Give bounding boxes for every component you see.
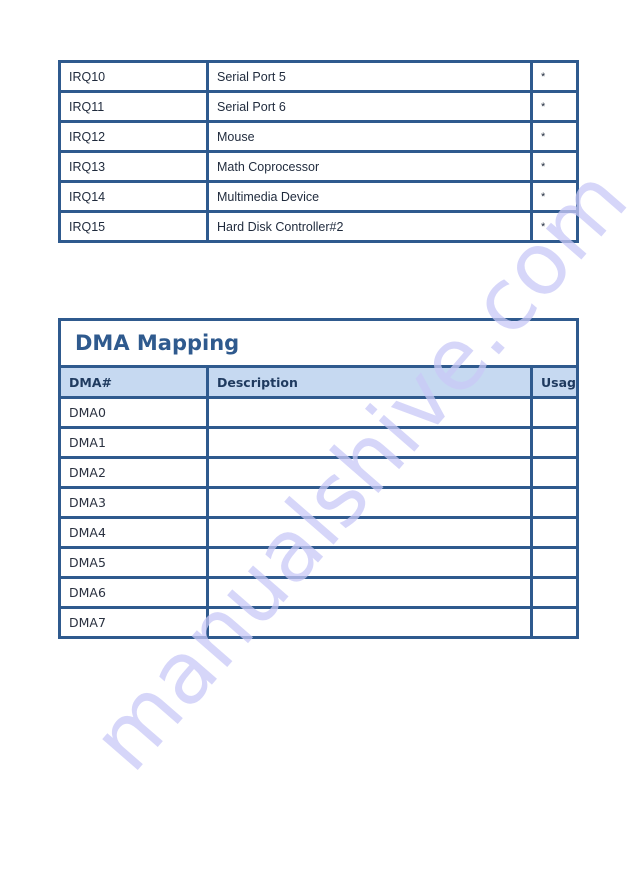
description-cell: Serial Port 6 [206, 90, 533, 123]
dma-cell: DMA4 [58, 516, 209, 549]
dma-cell: DMA5 [58, 546, 209, 579]
table-row: IRQ13 Math Coprocessor * [58, 150, 579, 183]
table-row: DMA3 [58, 486, 579, 519]
irq-cell: IRQ14 [58, 180, 209, 213]
usage-cell [530, 606, 579, 639]
table-row: IRQ15 Hard Disk Controller#2 * [58, 210, 579, 243]
dma-cell: DMA0 [58, 396, 209, 429]
table-row: IRQ12 Mouse * [58, 120, 579, 153]
dma-cell: DMA1 [58, 426, 209, 459]
table-row: DMA4 [58, 516, 579, 549]
irq-cell: IRQ15 [58, 210, 209, 243]
irq-cell: IRQ11 [58, 90, 209, 123]
column-header-dma: DMA# [58, 365, 209, 399]
table-title: DMA Mapping [58, 318, 579, 368]
table-row: DMA7 [58, 606, 579, 639]
dma-cell: DMA6 [58, 576, 209, 609]
description-cell: Math Coprocessor [206, 150, 533, 183]
usage-cell: * [530, 120, 579, 153]
header-row: DMA# Description Usage [58, 365, 579, 399]
irq-cell: IRQ13 [58, 150, 209, 183]
description-cell [206, 516, 533, 549]
description-cell [206, 546, 533, 579]
usage-cell [530, 576, 579, 609]
table-row: DMA5 [58, 546, 579, 579]
irq-cell: IRQ12 [58, 120, 209, 153]
dma-cell: DMA7 [58, 606, 209, 639]
table-row: DMA2 [58, 456, 579, 489]
usage-cell [530, 546, 579, 579]
description-cell: Multimedia Device [206, 180, 533, 213]
description-cell: Hard Disk Controller#2 [206, 210, 533, 243]
usage-cell [530, 516, 579, 549]
table-row: DMA1 [58, 426, 579, 459]
dma-cell: DMA2 [58, 456, 209, 489]
description-cell: Mouse [206, 120, 533, 153]
usage-cell: * [530, 90, 579, 123]
usage-cell [530, 456, 579, 489]
description-cell [206, 486, 533, 519]
usage-cell: * [530, 150, 579, 183]
dma-mapping-table: DMA Mapping DMA# Description Usage DMA0D… [58, 318, 579, 639]
irq-cell: IRQ10 [58, 60, 209, 93]
table-row: DMA6 [58, 576, 579, 609]
usage-cell: * [530, 60, 579, 93]
dma-cell: DMA3 [58, 486, 209, 519]
description-cell [206, 606, 533, 639]
usage-cell [530, 396, 579, 429]
description-cell: Serial Port 5 [206, 60, 533, 93]
description-cell [206, 396, 533, 429]
usage-cell [530, 426, 579, 459]
usage-cell: * [530, 180, 579, 213]
description-cell [206, 426, 533, 459]
irq-table: IRQ10 Serial Port 5 * IRQ11 Serial Port 6 * IR… [58, 60, 579, 243]
table-row: IRQ14 Multimedia Device * [58, 180, 579, 213]
table-row: IRQ11 Serial Port 6 * [58, 90, 579, 123]
column-header-description: Description [206, 365, 533, 399]
description-cell [206, 576, 533, 609]
usage-cell: * [530, 210, 579, 243]
column-header-usage: Usage [530, 365, 579, 399]
usage-cell [530, 486, 579, 519]
table-row: IRQ10 Serial Port 5 * [58, 60, 579, 93]
description-cell [206, 456, 533, 489]
table-row: DMA0 [58, 396, 579, 429]
